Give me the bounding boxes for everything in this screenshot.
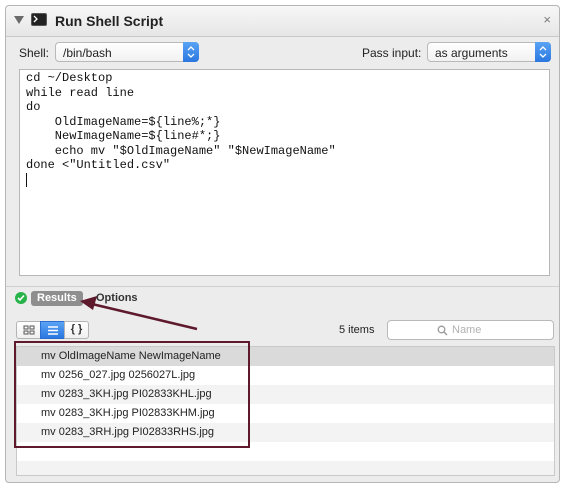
annotation-arrow (80, 296, 198, 331)
